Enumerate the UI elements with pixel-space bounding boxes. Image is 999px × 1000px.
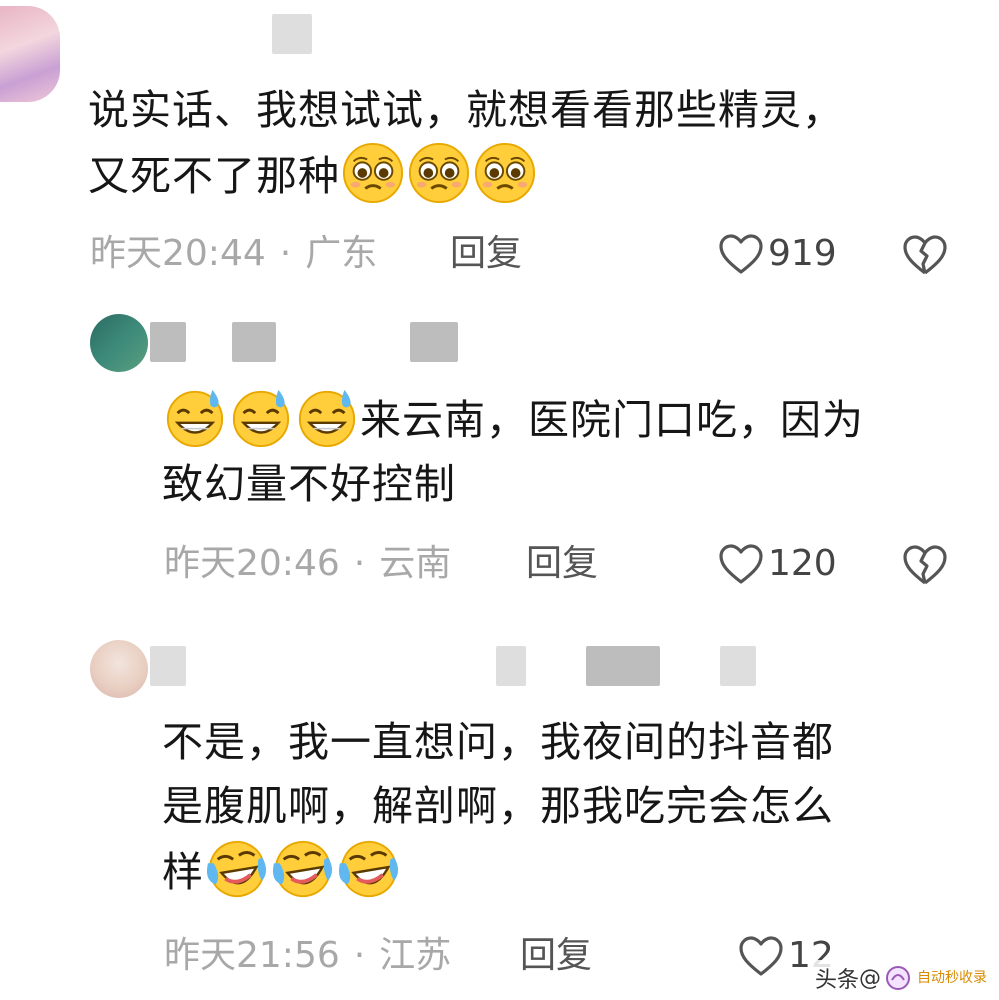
comment-line: 来云南，医院门口吃，因为 [360, 396, 864, 444]
comment-meta: 昨天20:44 · 广东 [90, 232, 377, 276]
like-button[interactable]: 919 [718, 232, 837, 276]
like-count: 919 [768, 233, 837, 274]
meta-separator: · [353, 935, 366, 976]
comment-text: 说实话、我想试试，就想看看那些精灵， 又死不了那种 [88, 78, 844, 208]
comment-text: 不是，我一直想问，我夜间的抖音都 是腹肌啊，解剖啊，那我吃完会怎么 样 [162, 710, 834, 904]
username-blurred[interactable] [92, 14, 432, 54]
comment-line: 又死不了那种 [88, 152, 340, 200]
username-blur [410, 322, 458, 362]
heart-icon [719, 544, 763, 584]
grinning-sweat-face-emoji-icon [166, 389, 224, 448]
site-logo-icon [886, 966, 910, 990]
heart-icon [739, 936, 783, 976]
like-count: 120 [768, 543, 837, 584]
watermark-platform: 头条 [814, 968, 859, 993]
comment-line: 说实话、我想试试，就想看看那些精灵， [88, 86, 844, 134]
comment-time: 昨天21:56 [164, 935, 340, 976]
comment-location: 江苏 [379, 935, 452, 976]
avatar[interactable] [90, 314, 148, 372]
laughing-crying-face-emoji-icon [272, 840, 333, 898]
username-blur [720, 646, 756, 686]
comment-text: 来云南，医院门口吃，因为 致幻量不好控制 [162, 386, 864, 516]
comment-line: 是腹肌啊，解剖啊，那我吃完会怎么 [162, 782, 834, 830]
comment-meta: 昨天20:46 · 云南 [164, 542, 451, 586]
comment-time: 昨天20:44 [90, 233, 266, 274]
comment-2: 来云南，医院门口吃，因为 致幻量不好控制 昨天20:46 · 云南 回复 120 [0, 300, 999, 620]
heart-icon [719, 234, 763, 274]
comment-1: 说实话、我想试试，就想看看那些精灵， 又死不了那种 昨天20:44 · 广东 回… [0, 0, 999, 300]
username-blurred[interactable] [150, 322, 510, 362]
grinning-sweat-face-emoji-icon [232, 389, 290, 448]
pleading-face-emoji-icon [408, 142, 470, 204]
laughing-crying-face-emoji-icon [338, 840, 399, 898]
comment-line: 致幻量不好控制 [162, 460, 456, 508]
comment-line-with-emoji: 样 [162, 838, 834, 904]
comment-line: 样 [162, 848, 204, 896]
meta-separator: · [279, 233, 292, 274]
avatar[interactable] [90, 640, 148, 698]
laughing-crying-face-emoji-icon [206, 840, 267, 898]
avatar[interactable] [0, 6, 60, 102]
reply-button[interactable]: 回复 [520, 934, 592, 978]
username-blur [150, 646, 186, 686]
emoji-group [340, 142, 538, 204]
like-button[interactable]: 120 [718, 542, 837, 586]
emoji-group [204, 840, 402, 898]
watermark: 头条 @ 自动秒收录 [808, 960, 993, 996]
watermark-site: 自动秒收录 [917, 970, 987, 986]
comment-meta: 昨天21:56 · 江苏 [164, 934, 451, 978]
comment-3: 不是，我一直想问，我夜间的抖音都 是腹肌啊，解剖啊，那我吃完会怎么 样 昨天21… [0, 620, 999, 1000]
grinning-sweat-face-emoji-icon [298, 389, 356, 448]
username-blur [586, 646, 660, 686]
broken-heart-icon[interactable] [902, 234, 948, 276]
username-blurred[interactable] [150, 646, 830, 686]
reply-button[interactable]: 回复 [526, 542, 598, 586]
comment-time: 昨天20:46 [164, 543, 340, 584]
meta-separator: · [353, 543, 366, 584]
username-blur [496, 646, 526, 686]
comment-location: 广东 [305, 233, 378, 274]
comment-location: 云南 [379, 543, 452, 584]
comment-line-with-emoji: 来云南，医院门口吃，因为 [162, 386, 864, 452]
emoji-group [162, 389, 360, 448]
username-blur [232, 322, 276, 362]
pleading-face-emoji-icon [342, 142, 404, 204]
broken-heart-icon[interactable] [902, 544, 948, 586]
username-blur [150, 322, 186, 362]
comment-line-with-emoji: 又死不了那种 [88, 142, 844, 208]
username-blur [272, 14, 312, 54]
comment-line: 不是，我一直想问，我夜间的抖音都 [162, 718, 834, 766]
watermark-at: @ [859, 965, 881, 991]
pleading-face-emoji-icon [474, 142, 536, 204]
reply-button[interactable]: 回复 [450, 232, 522, 276]
